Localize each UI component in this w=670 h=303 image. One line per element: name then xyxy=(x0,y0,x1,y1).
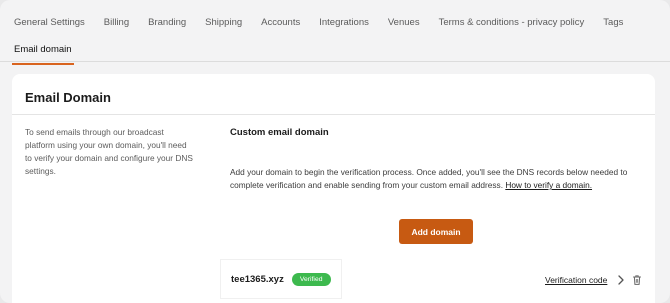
verification-code-link[interactable]: Verification code xyxy=(545,275,607,285)
add-domain-button[interactable]: Add domain xyxy=(399,219,473,244)
panel-description: To send emails through our broadcast pla… xyxy=(25,127,193,176)
status-badge: Verified xyxy=(291,272,331,286)
tab-shipping[interactable]: Shipping xyxy=(205,17,242,28)
custom-domain-heading: Custom email domain xyxy=(230,127,329,138)
chevron-right-icon[interactable] xyxy=(616,273,626,285)
tab-integrations[interactable]: Integrations xyxy=(319,17,369,28)
sub-tab-bar: Email domain xyxy=(0,38,670,65)
tab-branding[interactable]: Branding xyxy=(148,17,186,28)
panel-divider xyxy=(12,114,655,115)
how-to-verify-link[interactable]: How to verify a domain. xyxy=(505,180,592,190)
email-domain-panel: Email Domain To send emails through our … xyxy=(12,74,655,303)
trash-icon[interactable] xyxy=(632,273,642,285)
tab-venues[interactable]: Venues xyxy=(388,17,420,28)
tab-accounts[interactable]: Accounts xyxy=(261,17,300,28)
tab-billing[interactable]: Billing xyxy=(104,17,129,28)
domain-row: tee1365.xyz Verified xyxy=(221,260,341,298)
tab-terms-privacy[interactable]: Terms & conditions - privacy policy xyxy=(439,17,585,28)
page-title: Email Domain xyxy=(25,90,111,105)
custom-domain-instructions: Add your domain to begin the verificatio… xyxy=(230,166,645,192)
sub-tab-email-domain[interactable]: Email domain xyxy=(12,44,74,65)
tab-general-settings[interactable]: General Settings xyxy=(14,17,85,28)
domain-name: tee1365.xyz xyxy=(231,273,284,285)
settings-window: General Settings Billing Branding Shippi… xyxy=(0,0,670,303)
settings-tabs: General Settings Billing Branding Shippi… xyxy=(14,17,642,28)
tab-tags[interactable]: Tags xyxy=(603,17,623,28)
